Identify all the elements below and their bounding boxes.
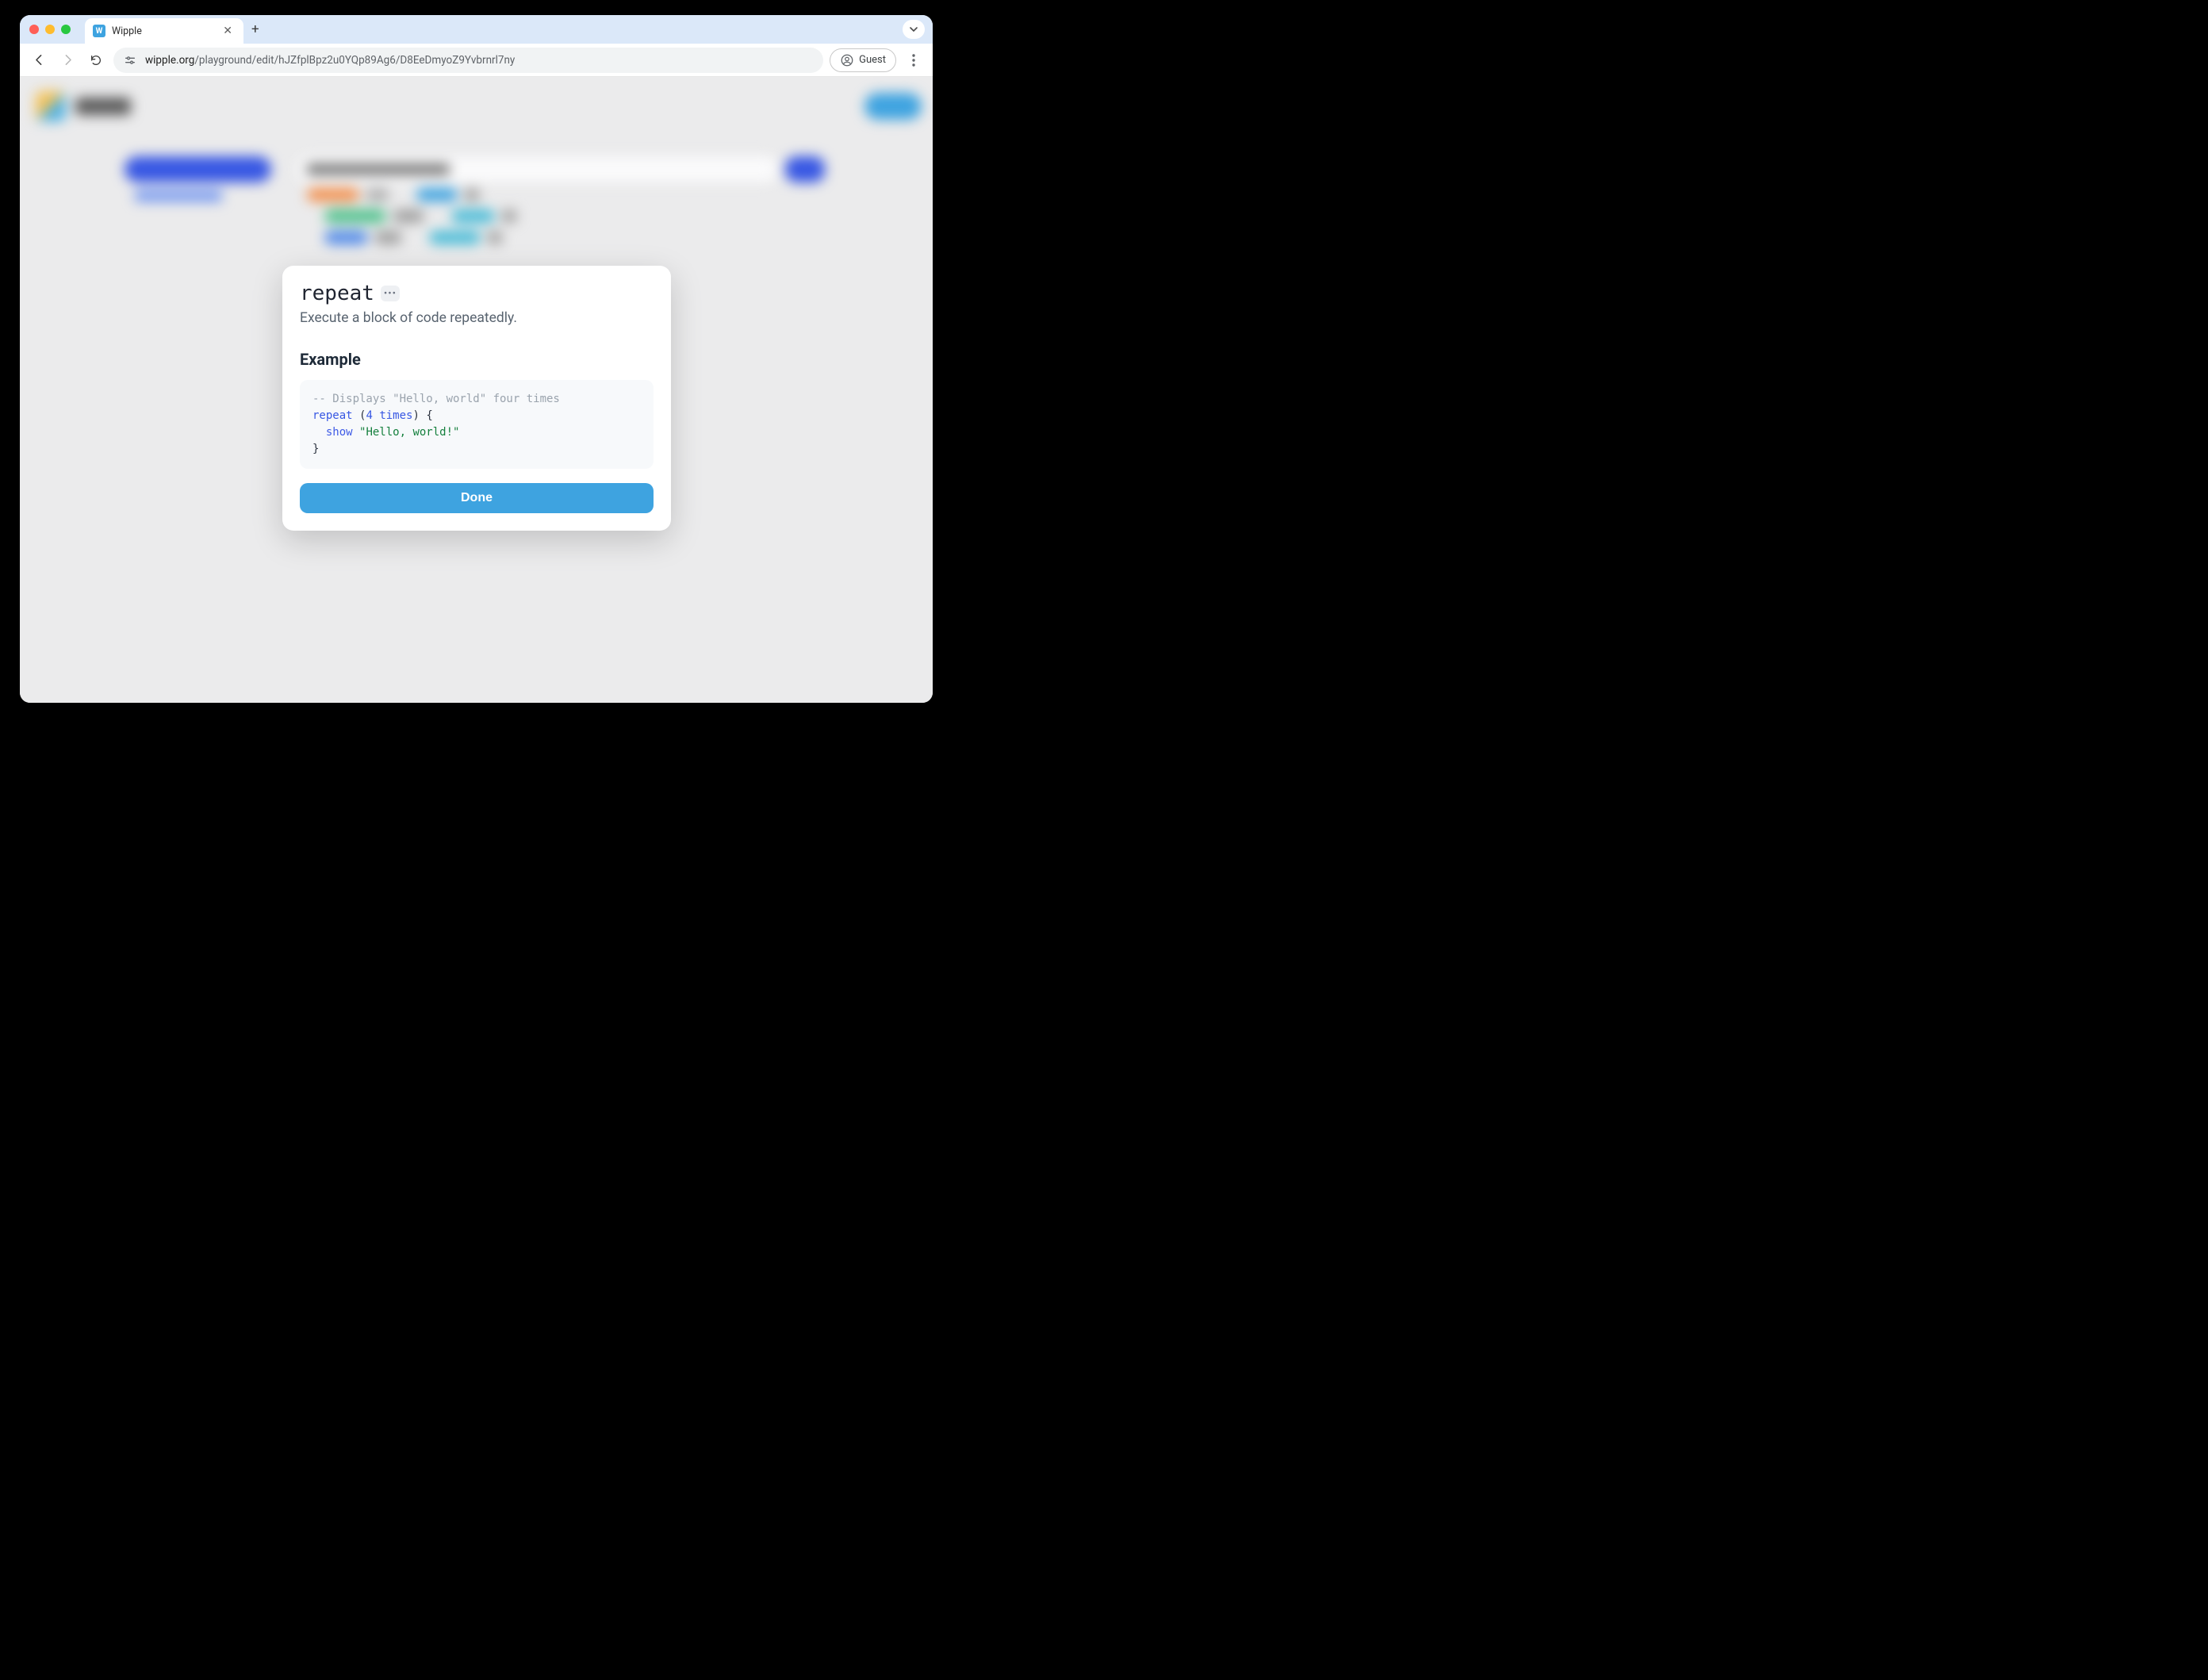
code-keyword: repeat bbox=[312, 409, 353, 422]
example-code: -- Displays "Hello, world" four times re… bbox=[300, 380, 654, 469]
modal-header: repeat ••• bbox=[300, 282, 654, 305]
code-string: "Hello, world!" bbox=[359, 426, 459, 439]
keyword-name: repeat bbox=[300, 282, 374, 305]
code-indent bbox=[312, 426, 326, 439]
arrow-right-icon bbox=[61, 53, 75, 67]
tab-favicon: W bbox=[93, 25, 105, 37]
arrow-left-icon bbox=[33, 53, 46, 67]
reload-icon bbox=[90, 54, 102, 67]
tune-icon bbox=[124, 54, 136, 67]
new-tab-button[interactable]: + bbox=[251, 21, 259, 37]
profile-label: Guest bbox=[859, 54, 886, 66]
forward-button[interactable] bbox=[56, 49, 79, 71]
back-button[interactable] bbox=[28, 49, 50, 71]
close-window-button[interactable] bbox=[29, 25, 39, 34]
chevron-down-icon bbox=[909, 25, 918, 34]
browser-tab[interactable]: W Wipple ✕ bbox=[85, 18, 243, 44]
code-number: 4 bbox=[366, 409, 372, 422]
browser-menu-button[interactable] bbox=[903, 54, 925, 67]
browser-window: W Wipple ✕ + bbox=[20, 15, 933, 703]
reload-button[interactable] bbox=[85, 49, 107, 71]
keyword-description: Execute a block of code repeatedly. bbox=[300, 310, 654, 326]
kebab-icon bbox=[912, 54, 915, 67]
address-bar[interactable]: wipple.org/playground/edit/hJZfplBpz2u0Y… bbox=[113, 48, 823, 73]
code-text: ) { bbox=[412, 409, 432, 422]
example-heading: Example bbox=[300, 350, 654, 369]
code-text: } bbox=[312, 443, 319, 455]
url-text: wipple.org/playground/edit/hJZfplBpz2u0Y… bbox=[145, 54, 515, 67]
code-function: show bbox=[326, 426, 353, 439]
window-controls bbox=[29, 25, 71, 34]
profile-button[interactable]: Guest bbox=[830, 48, 896, 72]
documentation-modal: repeat ••• Execute a block of code repea… bbox=[282, 266, 671, 531]
browser-toolbar: wipple.org/playground/edit/hJZfplBpz2u0Y… bbox=[20, 44, 933, 77]
maximize-window-button[interactable] bbox=[61, 25, 71, 34]
code-text: ( bbox=[353, 409, 366, 422]
tab-title: Wipple bbox=[112, 25, 213, 37]
more-options-button[interactable]: ••• bbox=[381, 286, 400, 301]
code-unit: times bbox=[379, 409, 412, 422]
code-text bbox=[353, 426, 359, 439]
page-content: repeat ••• Execute a block of code repea… bbox=[20, 77, 933, 703]
guest-icon bbox=[840, 53, 854, 67]
titlebar: W Wipple ✕ + bbox=[20, 15, 933, 44]
code-comment: -- Displays "Hello, world" four times bbox=[312, 393, 560, 405]
tab-search-button[interactable] bbox=[903, 20, 925, 39]
tab-close-button[interactable]: ✕ bbox=[220, 25, 236, 37]
url-path: /playground/edit/hJZfplBpz2u0YQp89Ag6/D8… bbox=[194, 54, 515, 67]
site-settings-button[interactable] bbox=[123, 53, 137, 67]
url-host: wipple.org bbox=[145, 54, 194, 67]
done-button[interactable]: Done bbox=[300, 483, 654, 513]
minimize-window-button[interactable] bbox=[45, 25, 55, 34]
